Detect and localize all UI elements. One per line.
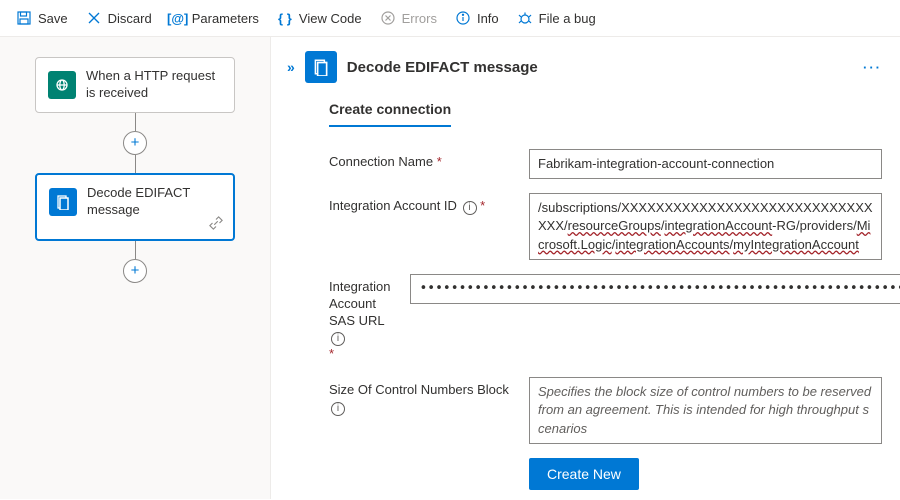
- command-bar: Save Discard [@] Parameters { } View Cod…: [0, 0, 900, 37]
- edifact-icon: [49, 188, 77, 216]
- file-bug-button[interactable]: File a bug: [509, 6, 604, 30]
- discard-button[interactable]: Discard: [78, 6, 160, 30]
- panel-title: Decode EDIFACT message: [347, 59, 853, 76]
- action-label: Decode EDIFACT message: [87, 185, 221, 219]
- connection-name-label: Connection Name *: [329, 149, 509, 179]
- action-node[interactable]: Decode EDIFACT message: [35, 173, 235, 241]
- block-size-input[interactable]: Specifies the block size of control numb…: [529, 377, 882, 444]
- create-connection-section: Create connection Connection Name * Inte…: [287, 101, 882, 490]
- panel-more-button[interactable]: ···: [863, 60, 882, 75]
- integration-account-id-row: Integration Account ID i * /subscription…: [329, 193, 882, 260]
- parameters-button[interactable]: [@] Parameters: [162, 6, 267, 30]
- action-config-panel: » Decode EDIFACT message ··· Create conn…: [270, 37, 900, 499]
- trigger-label: When a HTTP request is received: [86, 68, 222, 102]
- panel-edifact-icon: [305, 51, 337, 83]
- view-code-button[interactable]: { } View Code: [269, 6, 370, 30]
- info-button[interactable]: Info: [447, 6, 507, 30]
- discard-icon: [86, 10, 102, 26]
- info-icon[interactable]: i: [331, 402, 345, 416]
- sas-url-row: Integration Account SAS URL i* •••••••••…: [329, 274, 882, 363]
- add-step-button-2[interactable]: +: [123, 259, 147, 283]
- panel-header: » Decode EDIFACT message ···: [287, 51, 882, 83]
- designer-canvas: When a HTTP request is received + Decode…: [0, 37, 270, 499]
- info-icon: [455, 10, 471, 26]
- connection-name-row: Connection Name *: [329, 149, 882, 179]
- connector-line: [135, 113, 136, 131]
- integration-account-id-label: Integration Account ID i *: [329, 193, 509, 260]
- parameters-label: Parameters: [192, 11, 259, 26]
- file-bug-label: File a bug: [539, 11, 596, 26]
- connector-line: [135, 155, 136, 173]
- info-label: Info: [477, 11, 499, 26]
- section-title: Create connection: [329, 101, 451, 127]
- bug-icon: [517, 10, 533, 26]
- create-new-button[interactable]: Create New: [529, 458, 639, 490]
- errors-icon: [380, 10, 396, 26]
- save-label: Save: [38, 11, 68, 26]
- errors-button: Errors: [372, 6, 445, 30]
- save-icon: [16, 10, 32, 26]
- save-button[interactable]: Save: [8, 6, 76, 30]
- errors-label: Errors: [402, 11, 437, 26]
- code-icon: { }: [277, 10, 293, 26]
- sas-url-label: Integration Account SAS URL i*: [329, 274, 390, 363]
- connection-link-icon: [209, 216, 223, 235]
- connector-line: [135, 241, 136, 259]
- integration-account-id-input[interactable]: /subscriptions/XXXXXXXXXXXXXXXXXXXXXXXXX…: [529, 193, 882, 260]
- http-trigger-icon: [48, 71, 76, 99]
- collapse-panel-button[interactable]: »: [287, 59, 295, 75]
- view-code-label: View Code: [299, 11, 362, 26]
- discard-label: Discard: [108, 11, 152, 26]
- trigger-node[interactable]: When a HTTP request is received: [35, 57, 235, 113]
- info-icon[interactable]: i: [463, 201, 477, 215]
- parameters-icon: [@]: [170, 10, 186, 26]
- connection-name-input[interactable]: [529, 149, 882, 179]
- add-step-button-1[interactable]: +: [123, 131, 147, 155]
- block-size-row: Size Of Control Numbers Block i Specifie…: [329, 377, 882, 444]
- sas-url-input[interactable]: ••••••••••••••••••••••••••••••••••••••••…: [410, 274, 900, 304]
- info-icon[interactable]: i: [331, 332, 345, 346]
- block-size-label: Size Of Control Numbers Block i: [329, 377, 509, 444]
